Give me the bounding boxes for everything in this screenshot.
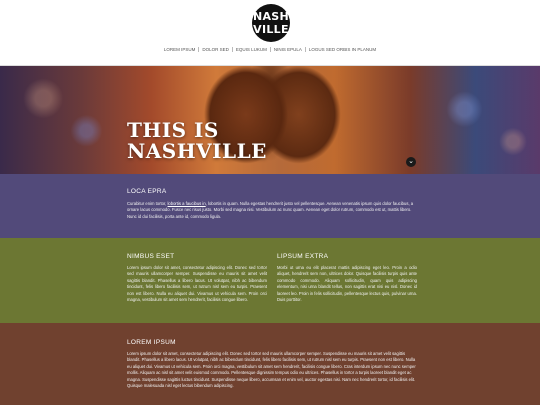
chevron-down-icon[interactable]: ⌄ <box>406 157 416 167</box>
section-title: LOCA EPRA <box>127 188 167 195</box>
section-body: Curabitur enim tortor, lobortis a faucib… <box>127 201 417 220</box>
site-header: NASH VILLE LOREM IPSUM DOLOR SED EQUIS LUK… <box>0 0 540 66</box>
main-nav: LOREM IPSUM DOLOR SED EQUIS LUKUM NINIS EPU… <box>0 47 540 52</box>
inline-link[interactable]: lobortis a faucibus in <box>168 201 206 206</box>
nav-item-dolor-sed[interactable]: DOLOR SED <box>198 47 232 52</box>
hero-title-line1: THIS IS <box>127 118 219 142</box>
column-left-title: NIMBUS ESET <box>127 253 175 260</box>
section-lorem-ipsum: LOREM IPSUM Lorem ipsum dolor sit amet, … <box>0 323 540 405</box>
nav-item-equis-lukum[interactable]: EQUIS LUKUM <box>231 47 270 52</box>
nav-item-ninis-epula[interactable]: NINIS EPULA <box>269 47 305 52</box>
nav-item-lorem-ipsum[interactable]: LOREM IPSUM <box>161 47 199 52</box>
column-right-title: LIPSUM EXTRA <box>277 253 329 260</box>
logo-line1: NASH <box>252 10 290 23</box>
section-title: LOREM IPSUM <box>127 339 176 346</box>
section-loca-epra: LOCA EPRA Curabitur enim tortor, loborti… <box>0 174 540 238</box>
hero-title-line2: NASHVILLE <box>127 139 267 163</box>
section-body: Lorem ipsum dolor sit amet, consectetur … <box>127 351 416 389</box>
nav-item-logus-sed[interactable]: LOGUS SED ORBIS IN PLANUM <box>304 47 379 52</box>
logo-line2: VILLE <box>253 23 289 36</box>
column-right-text: Morbi ut urna eu elit placerat mattis ad… <box>277 265 417 303</box>
section-columns: NIMBUS ESET Lorem ipsum dolor sit amet, … <box>0 238 540 323</box>
body-text-start: Curabitur enim tortor, <box>127 201 168 206</box>
column-left-text: Lorem ipsum dolor sit amet, consectetur … <box>127 265 267 303</box>
hero-title: THIS IS NASHVILLE <box>127 120 267 162</box>
hero-banner <box>0 66 540 174</box>
nashville-logo[interactable]: NASH VILLE <box>252 4 290 42</box>
